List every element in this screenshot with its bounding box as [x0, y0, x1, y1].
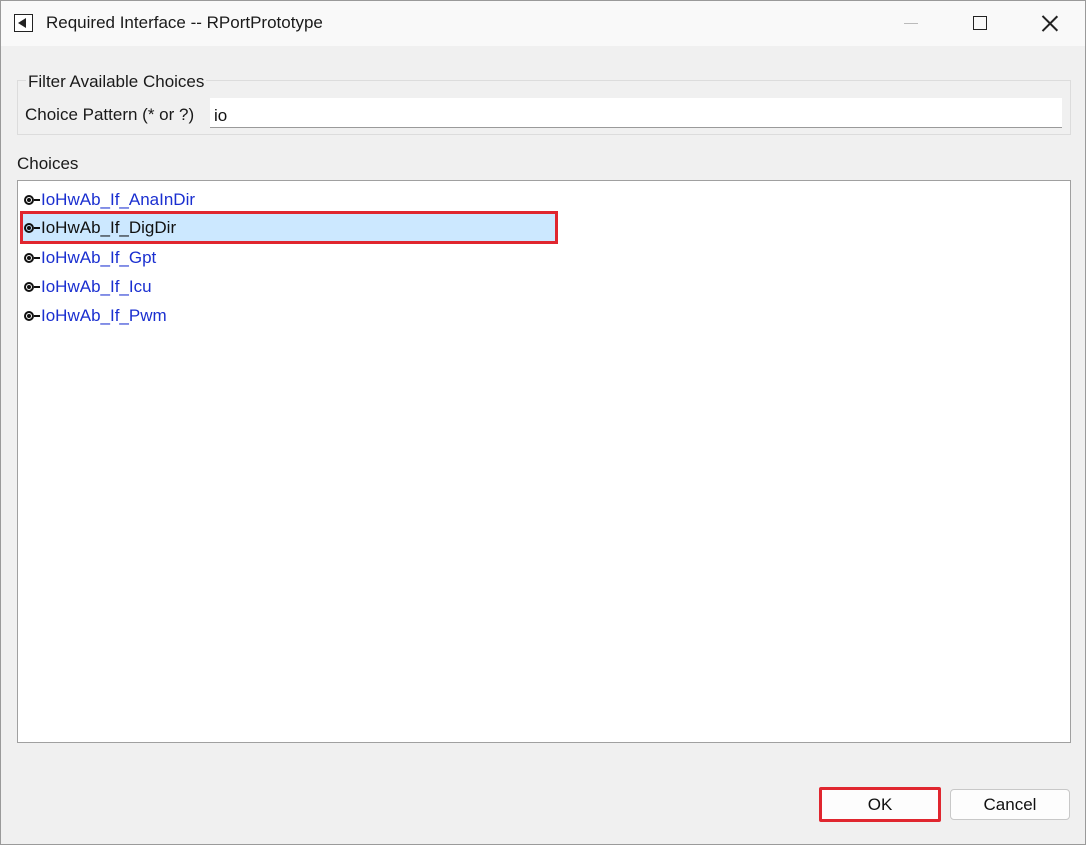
choice-pattern-label: Choice Pattern (* or ?): [25, 105, 195, 124]
cancel-button[interactable]: Cancel: [950, 789, 1070, 820]
list-item-label: IoHwAb_If_Gpt: [41, 247, 157, 267]
list-item-label: IoHwAb_If_DigDir: [41, 217, 177, 237]
maximize-icon: [973, 16, 987, 30]
minimize-button[interactable]: [876, 1, 946, 46]
close-button[interactable]: [1015, 1, 1085, 46]
port-icon: [22, 278, 40, 296]
port-icon: [22, 191, 40, 209]
ok-button[interactable]: OK: [819, 787, 941, 822]
list-item-label: IoHwAb_If_Icu: [41, 276, 152, 296]
choices-label: Choices: [17, 154, 79, 173]
list-item[interactable]: IoHwAb_If_Icu: [22, 272, 556, 301]
back-arrow-icon: [14, 14, 33, 32]
choices-list[interactable]: IoHwAb_If_AnaInDir IoHwAb_If_DigDir IoHw…: [17, 180, 1071, 743]
dialog-window: Required Interface -- RPortPrototype Fil…: [0, 0, 1086, 845]
list-item-label: IoHwAb_If_Pwm: [41, 305, 167, 325]
close-icon: [1041, 14, 1059, 32]
list-item-label: IoHwAb_If_AnaInDir: [41, 189, 196, 209]
port-icon: [22, 249, 40, 267]
list-item[interactable]: IoHwAb_If_Pwm: [22, 301, 556, 330]
maximize-button[interactable]: [945, 1, 1015, 46]
list-item[interactable]: IoHwAb_If_AnaInDir: [22, 185, 556, 214]
choice-pattern-input[interactable]: [210, 98, 1062, 128]
minimize-icon: [904, 23, 918, 24]
title-bar[interactable]: Required Interface -- RPortPrototype: [1, 1, 1085, 46]
port-icon: [22, 307, 40, 325]
window-title: Required Interface -- RPortPrototype: [46, 13, 323, 32]
port-icon: [22, 219, 40, 237]
list-item-selected[interactable]: IoHwAb_If_DigDir: [20, 211, 558, 244]
filter-group-label: Filter Available Choices: [26, 72, 207, 92]
list-item[interactable]: IoHwAb_If_Gpt: [22, 243, 556, 272]
